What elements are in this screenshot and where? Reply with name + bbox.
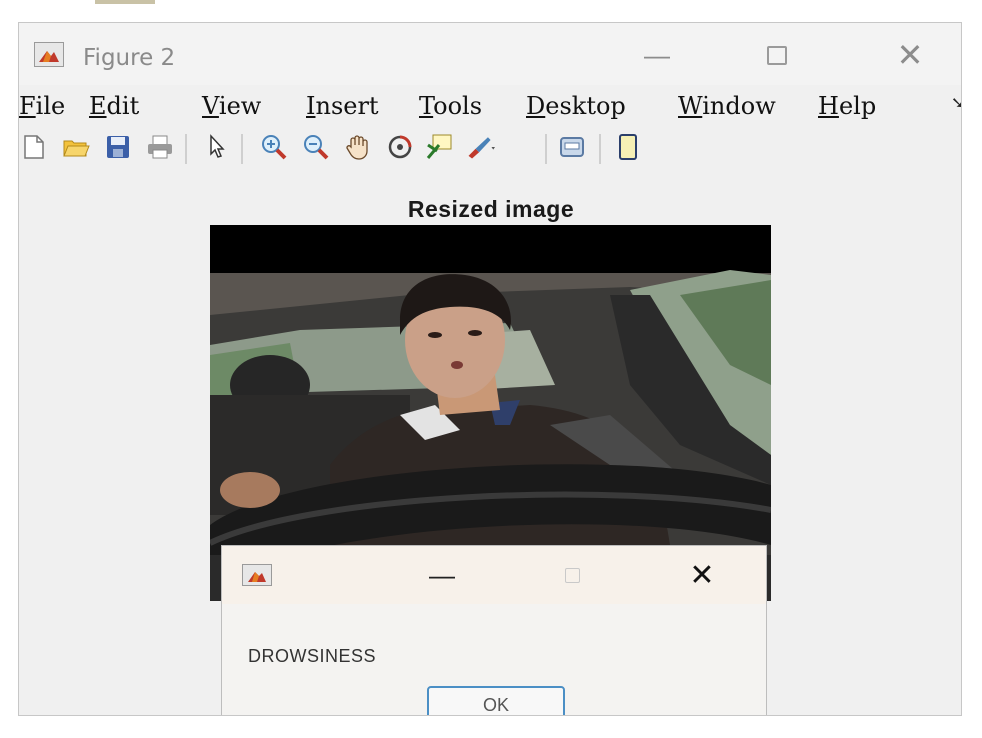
toolbar-separator (545, 134, 547, 164)
menu-window[interactable]: Window (678, 92, 776, 120)
dialog-message: DROWSINESS (248, 646, 377, 666)
menu-desktop[interactable]: Desktop (526, 92, 626, 120)
menu-tools[interactable]: Tools (419, 92, 482, 120)
figure-window: Figure 2 — ✕ File Edit View Insert Tools… (18, 22, 962, 716)
zoom-in-icon[interactable] (259, 132, 289, 162)
print-icon[interactable] (145, 132, 175, 162)
desktop-top-strip (0, 0, 982, 22)
menu-help[interactable]: Help (818, 92, 876, 120)
dialog-titlebar[interactable]: — ✕ (222, 546, 766, 604)
dialog-maximize-button[interactable] (552, 559, 592, 591)
ok-button[interactable]: OK (427, 686, 565, 715)
pan-icon[interactable] (343, 132, 373, 162)
save-icon[interactable] (103, 132, 133, 162)
dialog-minimize-button[interactable]: — (422, 559, 462, 591)
window-titlebar[interactable]: Figure 2 — ✕ (19, 23, 961, 85)
dialog-close-button[interactable]: ✕ (682, 558, 722, 593)
maximize-button[interactable] (754, 37, 800, 73)
background-mark (95, 0, 155, 4)
colorbar-icon[interactable] (613, 132, 643, 162)
toolbar-separator (185, 134, 187, 164)
new-figure-icon[interactable] (19, 132, 49, 162)
pointer-icon[interactable] (202, 132, 232, 162)
menu-insert[interactable]: Insert (306, 92, 379, 120)
menubar: File Edit View Insert Tools Desktop Wind… (19, 89, 961, 121)
rotate-3d-icon[interactable] (385, 132, 415, 162)
message-dialog: — ✕ DROWSINESS OK (221, 545, 767, 715)
data-cursor-icon[interactable] (425, 132, 455, 162)
toolbar-separator (241, 134, 243, 164)
open-file-icon[interactable] (61, 132, 91, 162)
maximize-icon (767, 45, 787, 65)
brush-icon[interactable] (465, 132, 495, 162)
close-button[interactable]: ✕ (887, 36, 933, 74)
window-title: Figure 2 (83, 45, 176, 71)
figure-title: Resized image (407, 196, 575, 222)
link-plot-icon[interactable] (557, 132, 587, 162)
toolbar (19, 126, 961, 168)
maximize-icon (564, 567, 580, 583)
matlab-figure-icon (34, 42, 64, 67)
menu-file[interactable]: File (19, 92, 65, 120)
minimize-button[interactable]: — (634, 37, 680, 73)
menu-overflow-icon[interactable]: ➘ (951, 93, 961, 113)
zoom-out-icon[interactable] (301, 132, 331, 162)
menu-view[interactable]: View (202, 92, 261, 120)
menu-edit[interactable]: Edit (89, 92, 139, 120)
matlab-figure-icon (242, 564, 272, 586)
toolbar-separator (599, 134, 601, 164)
